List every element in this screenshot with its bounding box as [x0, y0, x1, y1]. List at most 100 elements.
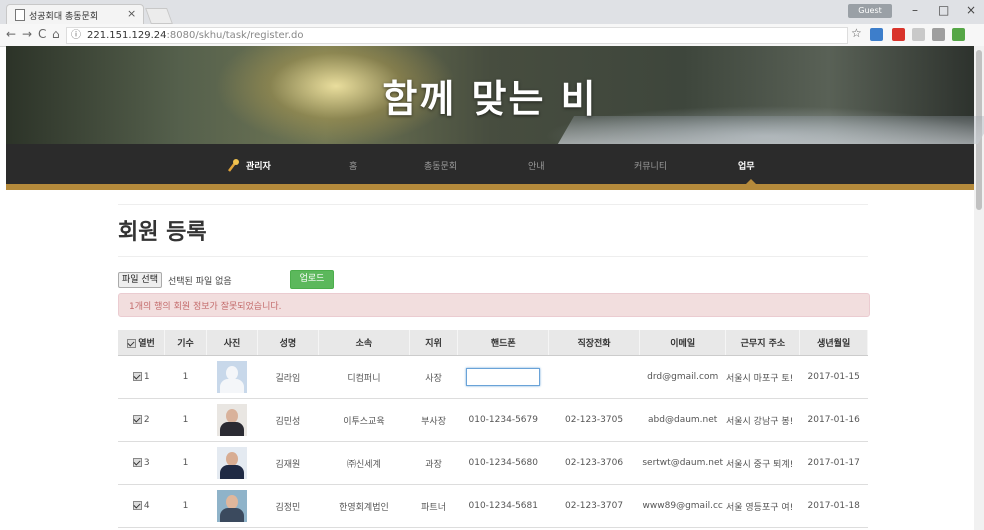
- home-button[interactable]: ⌂: [52, 27, 60, 41]
- tab-close-icon[interactable]: ×: [127, 7, 136, 20]
- cell-birth: 2017-01-16: [799, 398, 868, 442]
- select-all-checkbox[interactable]: [127, 339, 137, 348]
- extension-icon[interactable]: [932, 28, 945, 41]
- cell-birth: 2017-01-15: [799, 355, 868, 399]
- file-select-button[interactable]: 파일 선택: [118, 272, 162, 288]
- header-no[interactable]: 열번: [118, 330, 165, 356]
- cell-org: 디컴퍼니: [318, 355, 410, 399]
- bookmark-star-icon[interactable]: ☆: [851, 26, 862, 40]
- nav-item-home[interactable]: 홈: [349, 159, 357, 172]
- reload-button[interactable]: C: [38, 27, 46, 41]
- back-button[interactable]: ←: [6, 27, 16, 41]
- url-path: :8080/skhu/task/register.do: [166, 30, 304, 41]
- header-email: 이메일: [639, 330, 727, 356]
- cell-address: 서울시 강남구 봉!: [725, 398, 800, 442]
- nav-underline: [6, 184, 974, 190]
- extension-icon[interactable]: [912, 28, 925, 41]
- divider: [118, 256, 868, 257]
- cell-gen: 1: [164, 484, 207, 528]
- cell-address: 서울 영등포구 여!: [725, 484, 800, 528]
- site-title: 함께 맞는 비: [382, 77, 598, 121]
- cell-phone: 010-1234-5680: [457, 441, 549, 485]
- row-checkbox[interactable]: [132, 501, 142, 510]
- cell-photo: [206, 398, 258, 442]
- nav-item-alumni[interactable]: 총동문회: [424, 159, 457, 172]
- header-address: 근무지 주소: [725, 330, 801, 356]
- cell-address: 서울시 중구 퇴계!: [725, 441, 800, 485]
- header-gen: 기수: [164, 330, 208, 356]
- cell-org: ㈜신세계: [318, 441, 410, 485]
- cell-no[interactable]: 4: [118, 484, 165, 528]
- url-field[interactable]: ⓘ 221.151.129.24:8080/skhu/task/register…: [66, 27, 848, 44]
- cell-name: 김재원: [257, 441, 319, 485]
- header-birth: 생년월일: [799, 330, 868, 356]
- cell-birth: 2017-01-17: [799, 441, 868, 485]
- cell-no[interactable]: 2: [118, 398, 165, 442]
- cell-phone: 010-1234-5681: [457, 484, 549, 528]
- tab-title: 성공회대 총동문회: [29, 12, 99, 22]
- cell-photo: [206, 484, 258, 528]
- cell-position: 사장: [409, 355, 458, 399]
- cell-position: 파트너: [409, 484, 458, 528]
- cell-work-phone: 02-123-3705: [548, 398, 640, 442]
- cell-address: 서울시 마포구 토!: [725, 355, 800, 399]
- active-nav-caret: [746, 179, 756, 184]
- row-checkbox[interactable]: [132, 415, 142, 424]
- divider: [118, 204, 868, 205]
- cell-org: 이투스교육: [318, 398, 410, 442]
- table-row[interactable]: 4 1 김정민 한영회계법인 파트너 010-1234-5681 02-123-…: [118, 484, 868, 528]
- cell-org: 한영회계법인: [318, 484, 410, 528]
- header-phone: 핸드폰: [457, 330, 550, 356]
- nav-item-work[interactable]: 업무: [738, 159, 755, 172]
- table-row[interactable]: 1 1 길라임 디컴퍼니 사장 drd@gmail.com 서울시 마포구 토!…: [118, 355, 868, 399]
- row-checkbox[interactable]: [132, 458, 142, 467]
- cell-work-phone: 02-123-3707: [548, 484, 640, 528]
- row-checkbox[interactable]: [132, 372, 142, 381]
- user-profile-button[interactable]: Guest: [848, 4, 892, 18]
- cell-position: 과장: [409, 441, 458, 485]
- table-row[interactable]: 3 1 김재원 ㈜신세계 과장 010-1234-5680 02-123-370…: [118, 441, 868, 485]
- cell-name: 길라임: [257, 355, 319, 399]
- cell-email: abd@daum.net: [639, 398, 726, 442]
- cell-no[interactable]: 3: [118, 441, 165, 485]
- extension-icon[interactable]: [952, 28, 965, 41]
- table-header-row: 열번 기수 사진 성명 소속 지위 핸드폰 직장전화 이메일 근무지 주소 생년…: [118, 330, 868, 356]
- cell-email: drd@gmail.com: [639, 355, 726, 399]
- alert-message: 1개의 행의 회원 정보가 잘못되었습니다.: [129, 302, 282, 312]
- forward-button[interactable]: →: [22, 27, 32, 41]
- phone-input[interactable]: [466, 368, 541, 386]
- file-status-label: 선택된 파일 없음: [168, 277, 232, 287]
- close-window-button[interactable]: ×: [966, 3, 976, 17]
- address-bar-row: ← → C ⌂ ⓘ 221.151.129.24:8080/skhu/task/…: [0, 24, 984, 47]
- new-tab-button[interactable]: [145, 8, 173, 24]
- cell-work-phone: 02-123-3706: [548, 441, 640, 485]
- cell-birth: 2017-01-18: [799, 484, 868, 528]
- cell-work-phone: [548, 355, 640, 399]
- avatar: [216, 447, 247, 479]
- nav-item-admin[interactable]: 관리자: [246, 159, 271, 172]
- table-row[interactable]: 2 1 김민성 이투스교육 부사장 010-1234-5679 02-123-3…: [118, 398, 868, 442]
- upload-button[interactable]: 업로드: [290, 270, 334, 289]
- cell-name: 김민성: [257, 398, 319, 442]
- error-alert: 1개의 행의 회원 정보가 잘못되었습니다.: [118, 293, 870, 317]
- nav-item-guide[interactable]: 안내: [528, 159, 545, 172]
- maximize-button[interactable]: □: [938, 3, 949, 17]
- nav-item-community[interactable]: 커뮤니티: [634, 159, 667, 172]
- minimize-button[interactable]: –: [912, 3, 918, 17]
- info-icon[interactable]: ⓘ: [71, 28, 81, 43]
- cell-phone: 010-1234-5679: [457, 398, 549, 442]
- main-nav: 관리자 홈 총동문회 안내 커뮤니티 업무: [6, 144, 974, 184]
- cell-no[interactable]: 1: [118, 355, 165, 399]
- header-photo: 사진: [206, 330, 258, 356]
- extension-icon[interactable]: [892, 28, 905, 41]
- header-name: 성명: [257, 330, 320, 356]
- header-org: 소속: [318, 330, 410, 356]
- avatar-placeholder: [216, 361, 247, 393]
- cell-gen: 1: [164, 398, 207, 442]
- browser-tab[interactable]: 성공회대 총동문회 ×: [6, 4, 144, 25]
- page-title: 회원 등록: [118, 220, 207, 245]
- extension-icon[interactable]: [870, 28, 883, 41]
- cell-gen: 1: [164, 355, 207, 399]
- avatar: [216, 404, 247, 436]
- cell-phone[interactable]: [457, 355, 549, 399]
